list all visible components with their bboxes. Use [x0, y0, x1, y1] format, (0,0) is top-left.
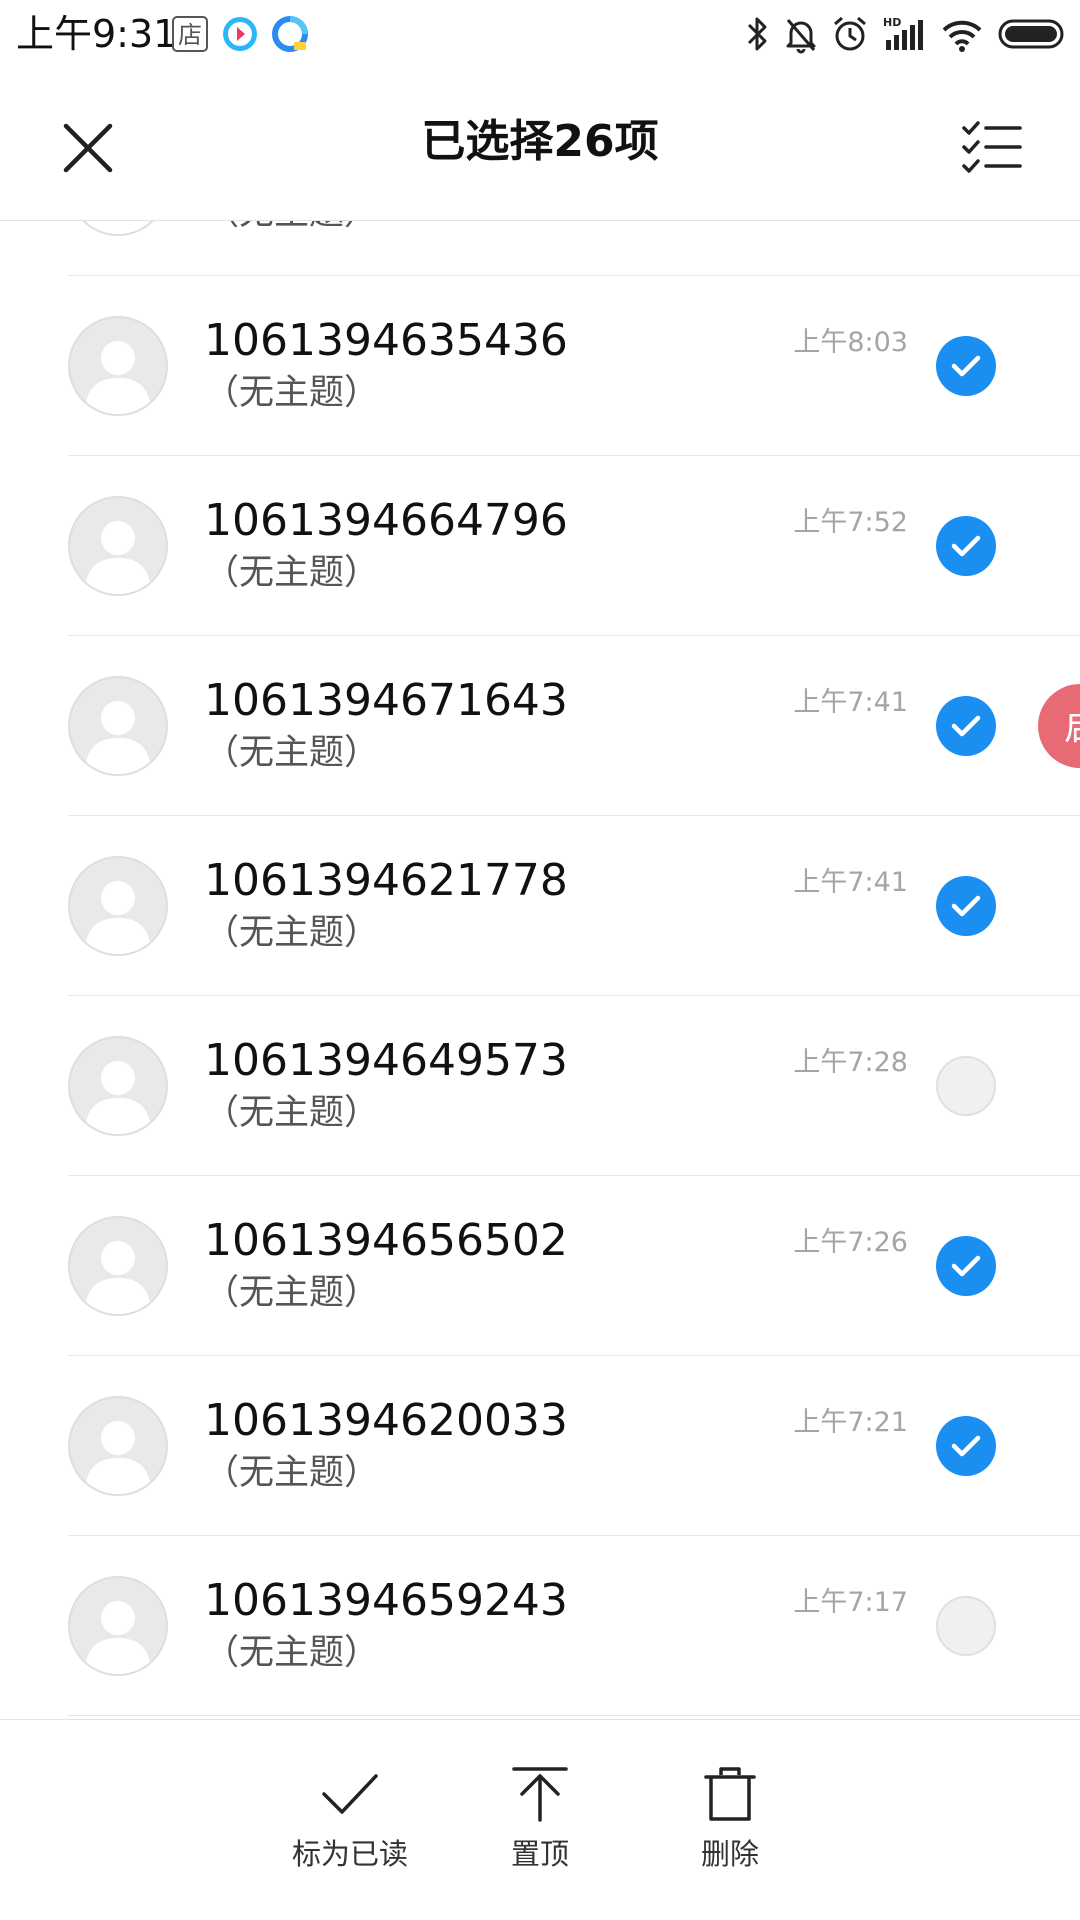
selection-checkbox[interactable]	[936, 336, 996, 396]
message-time: 上午7:17	[793, 1587, 908, 1618]
sender-address: 1061394620033	[204, 1395, 568, 1446]
mute-icon	[786, 19, 816, 54]
trash-icon	[704, 1767, 756, 1821]
message-subject: （无主题）	[204, 733, 380, 773]
wifi-icon	[942, 20, 982, 52]
store-app-icon: 店	[172, 16, 208, 52]
alarm-icon	[834, 16, 866, 51]
selection-checkbox[interactable]	[936, 516, 996, 576]
message-row[interactable]: 1061394656502 （无主题） 上午7:26	[0, 1176, 1080, 1356]
sender-address: 1061394649573	[204, 1035, 568, 1086]
bluetooth-icon	[747, 17, 767, 51]
message-time: 上午7:26	[793, 1227, 908, 1258]
avatar	[68, 1576, 168, 1676]
selection-checkbox[interactable]	[936, 1416, 996, 1476]
avatar	[68, 856, 168, 956]
floating-badge-icon: 启	[1064, 707, 1080, 748]
message-subject: （无主题）	[204, 1453, 380, 1493]
default-avatar-icon	[85, 701, 151, 774]
status-icons-right: HD	[744, 12, 1068, 56]
message-subject: （无主题）	[204, 373, 380, 413]
checkmark-icon	[951, 1435, 981, 1457]
message-row[interactable]: 1061394671643 （无主题） 上午7:41	[0, 636, 1080, 816]
selection-checkbox[interactable]	[936, 1236, 996, 1296]
selection-header: 已选择26项	[0, 68, 1080, 221]
selection-checkbox[interactable]	[936, 696, 996, 756]
default-avatar-icon	[85, 881, 151, 954]
row-divider	[68, 1715, 1080, 1716]
sender-address: 1061394656502	[204, 1215, 568, 1266]
avatar	[68, 1396, 168, 1496]
message-row[interactable]: 1061394649573 （无主题） 上午7:28	[0, 996, 1080, 1176]
mark-read-label: 标为已读	[291, 1837, 408, 1871]
message-time: 上午8:03	[793, 327, 908, 358]
hd-signal-icon: HD	[883, 16, 923, 50]
avatar	[68, 496, 168, 596]
message-subject: （无主题）	[204, 1633, 380, 1673]
avatar	[68, 316, 168, 416]
selection-checkbox[interactable]	[936, 1056, 996, 1116]
checkmark-icon	[951, 1255, 981, 1277]
message-row[interactable]: 1061394664796 （无主题） 上午7:52	[0, 456, 1080, 636]
mark-read-button[interactable]: 标为已读	[270, 1766, 430, 1886]
checkmark-icon	[951, 715, 981, 737]
avatar	[68, 676, 168, 776]
default-avatar-icon	[85, 1601, 151, 1674]
message-subject: （无主题）	[204, 221, 379, 236]
message-subject: （无主题）	[204, 913, 380, 953]
message-row[interactable]: 1061394621778 （无主题） 上午7:41	[0, 816, 1080, 996]
video-app-icon	[223, 17, 257, 51]
avatar	[68, 221, 168, 236]
floating-assistant-button[interactable]: 启	[1038, 684, 1080, 768]
message-row[interactable]: 1061394620033 （无主题） 上午7:21	[0, 1356, 1080, 1536]
message-time: 上午7:41	[793, 867, 908, 898]
message-subject: （无主题）	[204, 553, 380, 593]
sender-address: 1061394621778	[204, 855, 568, 906]
default-avatar-icon	[85, 1241, 151, 1314]
pin-to-top-icon	[512, 1767, 568, 1822]
delete-button[interactable]: 删除	[650, 1766, 810, 1886]
default-avatar-icon	[85, 341, 151, 414]
sender-address: 1061394659243	[204, 1575, 568, 1626]
checkmark-icon	[322, 1774, 378, 1814]
screen: 上午9:31 店 HD 已选择26项 1061394635436 （无主题） 上…	[0, 0, 1080, 1920]
message-time: 上午7:52	[793, 507, 908, 538]
message-subject: （无主题）	[204, 1093, 380, 1133]
default-avatar-icon	[85, 521, 151, 594]
message-row[interactable]: 1061394659243 （无主题） 上午7:17	[0, 1536, 1080, 1716]
hd-label: HD	[883, 16, 901, 29]
select-all-list-icon[interactable]	[960, 118, 1024, 178]
message-time: 上午7:41	[793, 687, 908, 718]
message-row[interactable]: （无主题）	[0, 221, 1080, 276]
message-time: 上午7:21	[793, 1407, 908, 1438]
browser-app-icon	[272, 16, 308, 52]
sender-address: 1061394664796	[204, 495, 568, 546]
status-time: 上午9:31	[16, 12, 178, 56]
avatar	[68, 1216, 168, 1316]
page-title: 已选择26项	[421, 116, 659, 167]
message-row[interactable]: 1061394635436 （无主题） 上午8:03	[0, 276, 1080, 456]
default-avatar-icon	[85, 221, 151, 234]
delete-label: 删除	[700, 1837, 759, 1871]
avatar	[68, 1036, 168, 1136]
battery-icon	[998, 19, 1064, 49]
message-subject: （无主题）	[204, 1273, 380, 1313]
floating-badge-glyph: 启	[1064, 707, 1080, 748]
message-time: 上午7:28	[793, 1047, 908, 1078]
store-glyph: 店	[178, 21, 202, 49]
message-list[interactable]: （无主题） 1061394635436 （无主题） 上午8:03	[0, 221, 1080, 1719]
checkmark-icon	[951, 895, 981, 917]
sender-address: 1061394671643	[204, 675, 568, 726]
status-bar: 上午9:31 店 HD	[0, 0, 1080, 68]
bottom-action-bar: 标为已读 置顶 删除	[0, 1719, 1080, 1920]
checkmark-icon	[951, 535, 981, 557]
pin-to-top-label: 置顶	[510, 1837, 569, 1871]
checkmark-icon	[951, 355, 981, 377]
sender-address: 1061394635436	[204, 315, 568, 366]
default-avatar-icon	[85, 1421, 151, 1494]
selection-checkbox[interactable]	[936, 1596, 996, 1656]
selection-checkbox[interactable]	[936, 876, 996, 936]
pin-to-top-button[interactable]: 置顶	[460, 1766, 620, 1886]
default-avatar-icon	[85, 1061, 151, 1134]
